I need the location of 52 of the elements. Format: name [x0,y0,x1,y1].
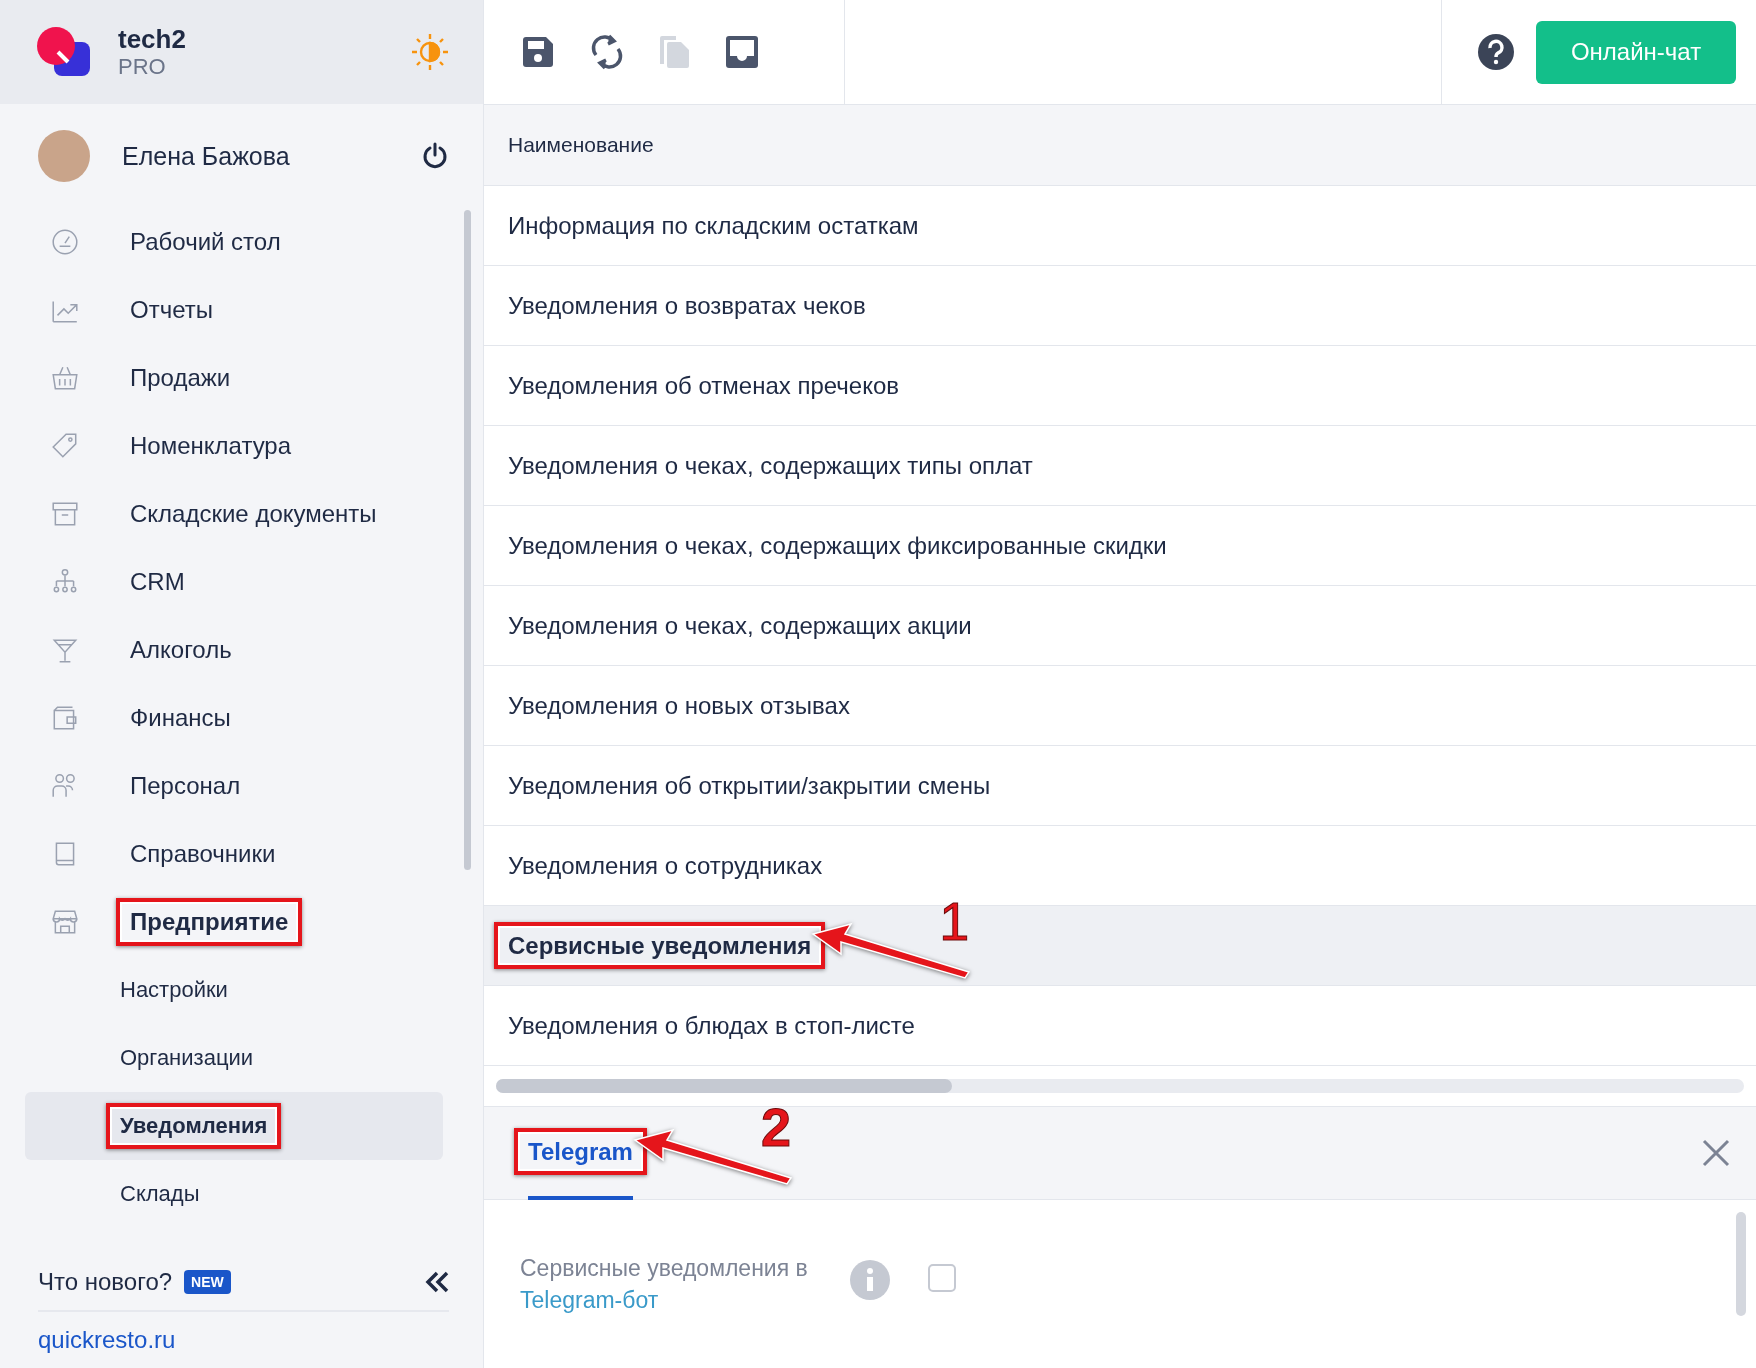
collapse-icon[interactable] [425,1271,449,1293]
inbox-icon[interactable] [724,34,760,70]
site-link[interactable]: quickresto.ru [38,1326,176,1354]
checkbox[interactable] [928,1264,956,1292]
table-cell[interactable]: Уведомления о чеках, содержащих акции [508,611,972,639]
tab[interactable]: Telegram [514,1127,647,1175]
nav-item[interactable]: Продажи [130,364,231,392]
user-name: Елена Бажова [122,141,291,171]
new-badge: NEW [184,1270,231,1294]
nav-subitem[interactable]: Склады [120,1181,200,1207]
power-icon[interactable] [421,142,449,170]
whats-new-link[interactable]: Что нового? [38,1268,173,1296]
setting-label: Сервисные уведомления в Telegram-бот [520,1254,809,1315]
nav-item[interactable]: Справочники [130,840,276,868]
scrollbar-thumb[interactable] [464,210,471,870]
nav-item[interactable]: Складские документы [130,500,377,528]
nav-subitem[interactable]: Настройки [120,977,228,1003]
nav-subitem[interactable]: Уведомления [106,1103,282,1149]
column-header[interactable]: Наименование [508,133,654,157]
scrollbar-thumb[interactable] [496,1079,952,1093]
table-cell[interactable]: Уведомления о блюдах в стоп-листе [508,1011,915,1039]
nav-icon [50,227,80,257]
close-icon[interactable] [1702,1139,1730,1167]
refresh-icon[interactable] [590,33,624,71]
nav-item[interactable]: CRM [130,568,185,596]
table-cell[interactable]: Уведомления о сотрудниках [508,851,823,879]
table-cell[interactable]: Уведомления о новых отзывах [508,691,850,719]
table-cell[interactable]: Уведомления о возвратах чеков [508,291,866,319]
nav-subitem[interactable]: Организации [120,1045,254,1071]
table-cell[interactable]: Уведомления о чеках, содержащих типы оплат [508,451,1033,479]
nav-item[interactable]: Персонал [130,772,241,800]
scrollbar-thumb[interactable] [1736,1212,1746,1316]
table-cell[interactable]: Уведомления о чеках, содержащих фиксированные скидки [508,531,1167,559]
table-cell[interactable]: Информация по складским остаткам [508,211,919,239]
nav-item[interactable]: Алкоголь [130,636,232,664]
logo-icon [36,26,92,78]
help-icon[interactable] [1478,34,1514,70]
brand-name: tech2 [118,24,187,54]
nav-item[interactable]: Предприятие [116,898,303,946]
table-cell[interactable]: Уведомления об отменах пречеков [508,371,900,399]
nav-item[interactable]: Финансы [130,704,231,732]
annotation-number: 1 [939,893,970,948]
plan-label: PRO [118,54,167,80]
annotation-number: 2 [760,1099,791,1154]
nav-item[interactable]: Рабочий стол [130,228,281,256]
theme-toggle-icon[interactable] [411,33,449,71]
nav-item[interactable]: Отчеты [130,296,213,324]
avatar [38,130,90,182]
table-cell[interactable]: Уведомления об открытии/закрытии смены [508,771,991,799]
table-cell[interactable]: Сервисные уведомления [494,921,826,969]
nav-item[interactable]: Номенклатура [130,432,292,460]
save-icon[interactable] [520,34,556,70]
